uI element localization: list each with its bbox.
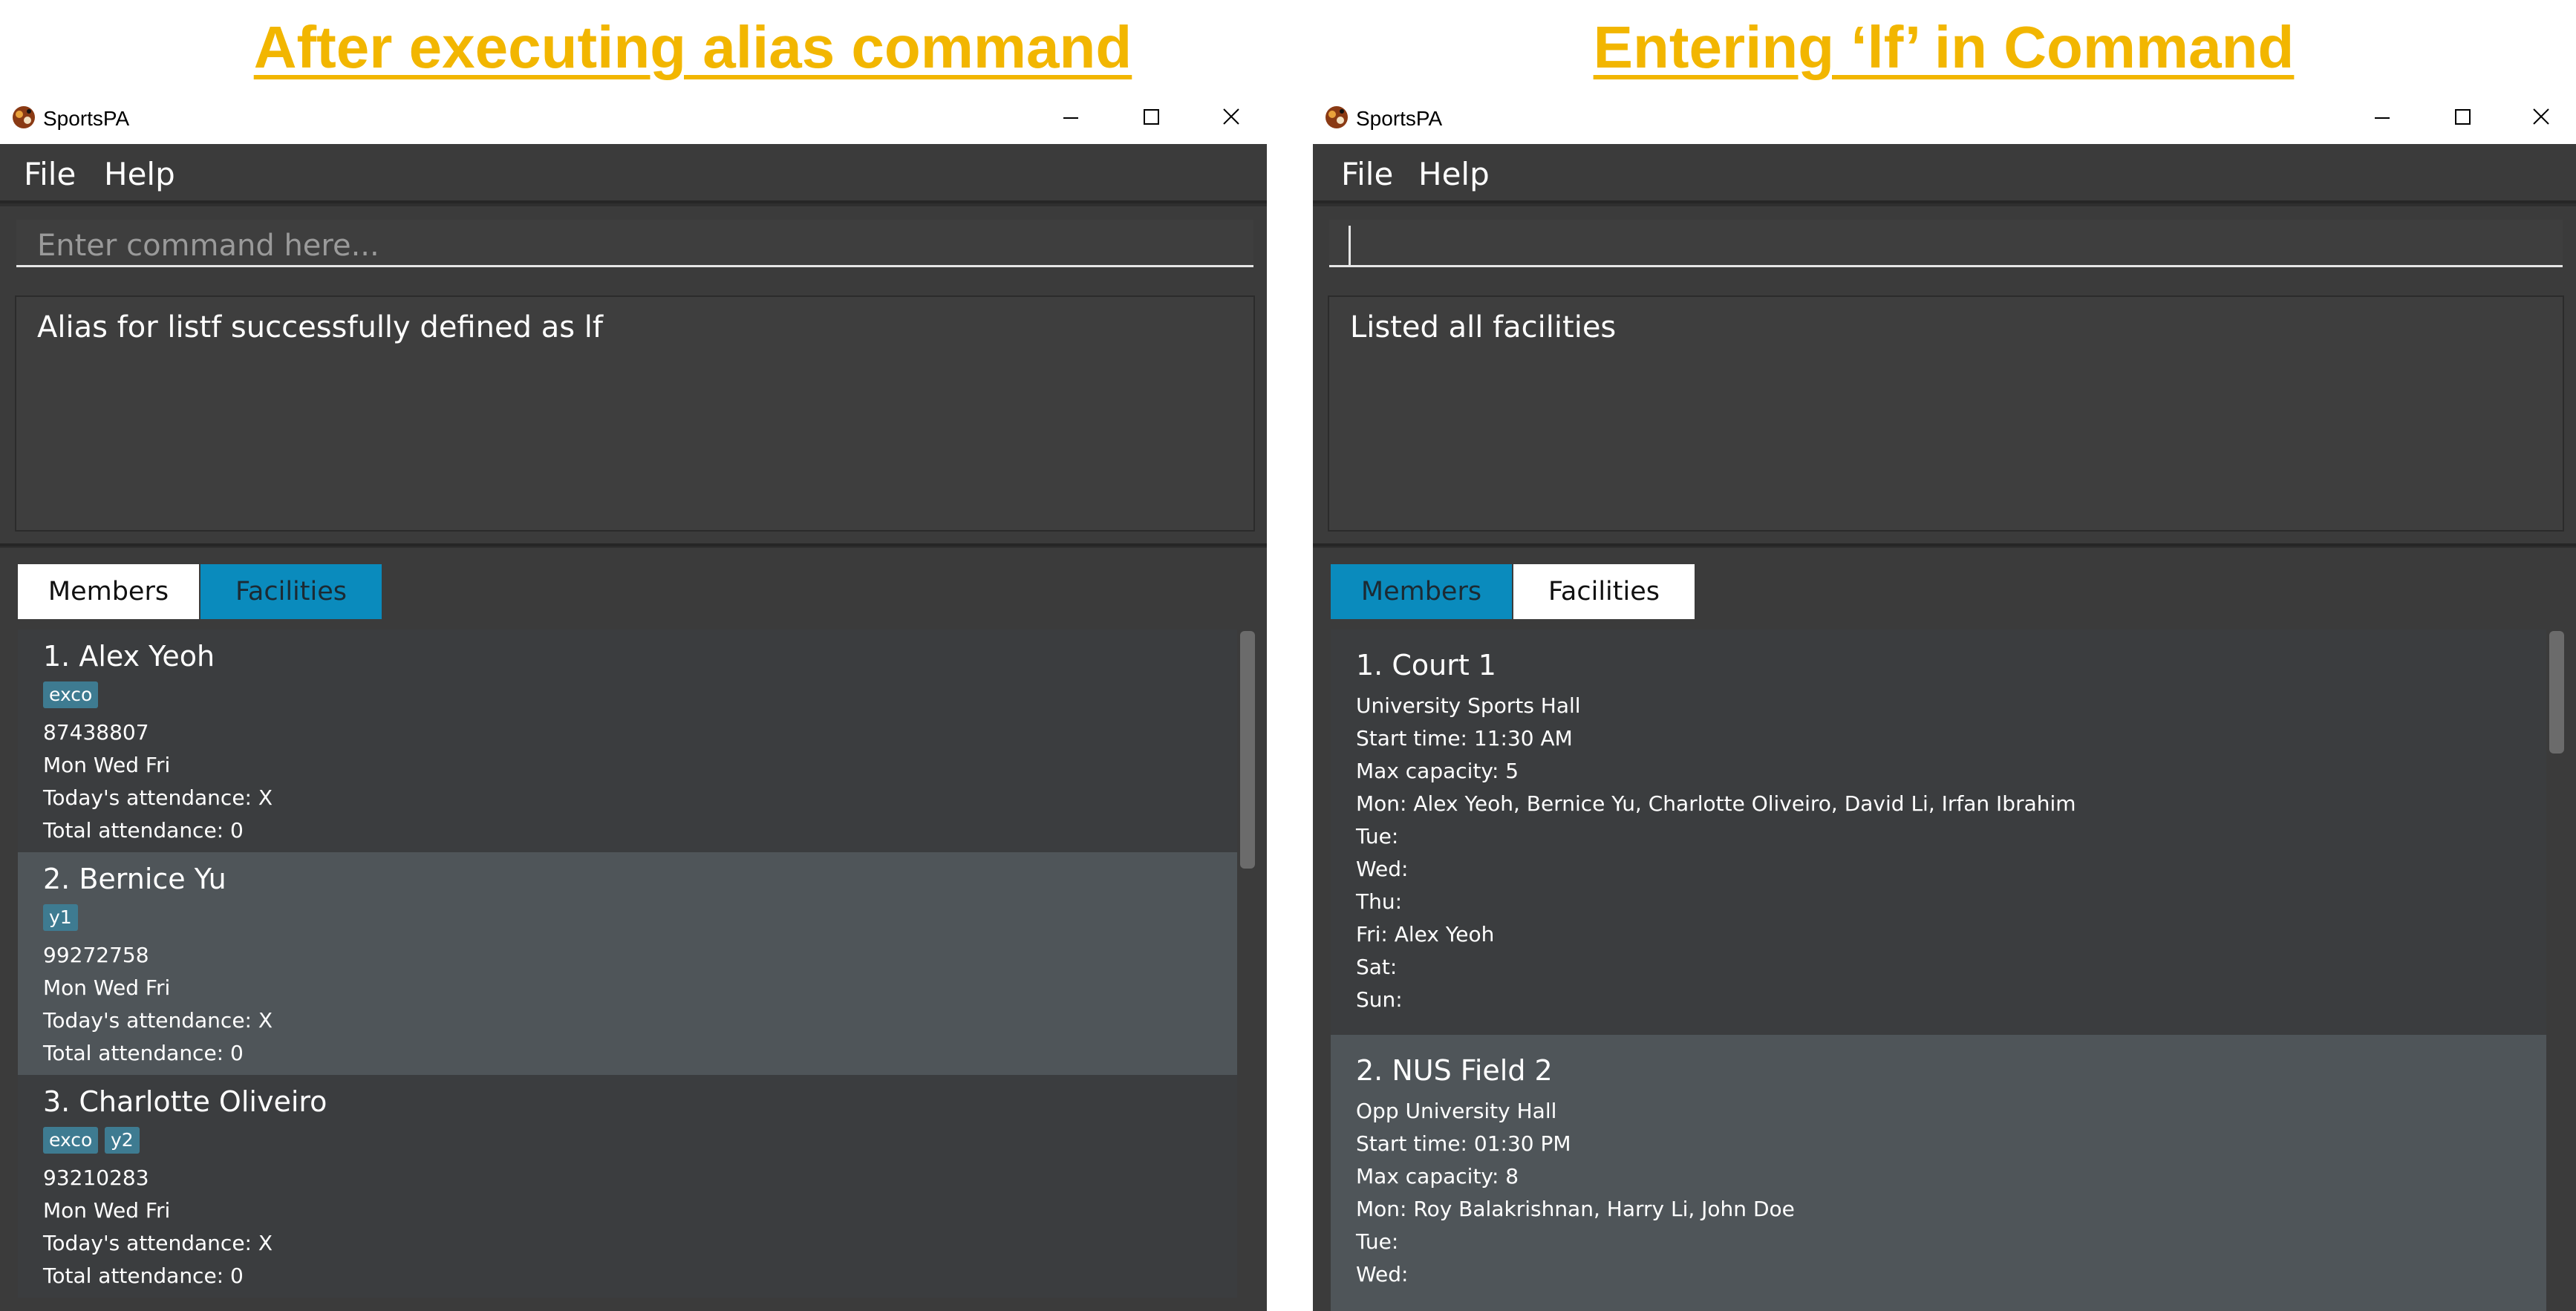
member-total-attendance: Total attendance: 0 xyxy=(43,1041,244,1065)
facility-start-time: Start time: 11:30 AM xyxy=(1356,726,1573,751)
tab-facilities[interactable]: Facilities xyxy=(1513,564,1695,619)
member-name: 2. Bernice Yu xyxy=(43,863,226,895)
text-caret xyxy=(1349,226,1351,266)
close-icon[interactable] xyxy=(1209,98,1253,135)
tab-members[interactable]: Members xyxy=(18,564,199,619)
command-input[interactable] xyxy=(1329,220,2563,267)
app-logo-icon xyxy=(1326,106,1348,128)
facility-card[interactable]: 2. NUS Field 2 Opp University Hall Start… xyxy=(1331,1035,2546,1311)
member-days: Mon Wed Fri xyxy=(43,1198,171,1223)
result-text: Alias for listf successfully defined as … xyxy=(37,310,603,344)
facility-location: University Sports Hall xyxy=(1356,693,1581,718)
member-card[interactable]: 1. Alex Yeoh exco 87438807 Mon Wed Fri T… xyxy=(18,630,1237,852)
facility-allocation-wed: Wed: xyxy=(1356,857,1409,881)
member-name: 3. Charlotte Oliveiro xyxy=(43,1085,327,1118)
facility-allocation-tue: Tue: xyxy=(1356,824,1399,849)
window-left: SportsPA File Help Enter command here...… xyxy=(0,89,1267,1311)
menu-file[interactable]: File xyxy=(1341,156,1393,192)
facility-allocation-mon: Mon: Alex Yeoh, Bernice Yu, Charlotte Ol… xyxy=(1356,791,2076,816)
result-text: Listed all facilities xyxy=(1350,310,1617,344)
minimize-icon[interactable] xyxy=(2360,98,2404,135)
member-list: 1. Alex Yeoh exco 87438807 Mon Wed Fri T… xyxy=(18,630,1237,1311)
member-tag: exco xyxy=(43,681,99,708)
command-area: Enter command here... xyxy=(0,206,1267,288)
caption-right: Entering ‘lf’ in Command xyxy=(1593,14,2295,80)
member-phone: 99272758 xyxy=(43,943,149,967)
member-today-attendance: Today's attendance: X xyxy=(43,1231,273,1255)
command-input[interactable]: Enter command here... xyxy=(16,220,1253,267)
command-area xyxy=(1313,206,2576,288)
facility-max-capacity: Max capacity: 8 xyxy=(1356,1164,1519,1189)
caption-left: After executing alias command xyxy=(253,14,1132,80)
facility-allocation-thu: Thu: xyxy=(1356,889,1403,914)
member-today-attendance: Today's attendance: X xyxy=(43,785,273,810)
menu-file[interactable]: File xyxy=(24,156,76,192)
tab-facilities[interactable]: Facilities xyxy=(200,564,382,619)
member-tag: y1 xyxy=(43,904,78,931)
app-body: File Help Listed all facilities Members … xyxy=(1313,144,2576,1311)
app-body: File Help Enter command here... Alias fo… xyxy=(0,144,1267,1311)
result-display: Listed all facilities xyxy=(1328,295,2564,532)
minimize-icon[interactable] xyxy=(1049,98,1093,135)
member-days: Mon Wed Fri xyxy=(43,753,171,777)
member-days: Mon Wed Fri xyxy=(43,975,171,1000)
window-right: SportsPA File Help Listed all facilities… xyxy=(1313,89,2576,1311)
member-card[interactable]: 3. Charlotte Oliveiro exco y2 93210283 M… xyxy=(18,1075,1237,1298)
facility-allocation-sun: Sun: xyxy=(1356,987,1403,1012)
scrollbar[interactable] xyxy=(2548,631,2566,1311)
member-name: 1. Alex Yeoh xyxy=(43,640,215,673)
app-logo-icon xyxy=(13,106,35,128)
result-display: Alias for listf successfully defined as … xyxy=(15,295,1255,532)
member-phone: 87438807 xyxy=(43,720,149,745)
facility-allocation-wed: Wed: xyxy=(1356,1262,1409,1287)
facility-name: 1. Court 1 xyxy=(1356,649,1496,681)
result-pane: Listed all facilities xyxy=(1313,288,2576,546)
menu-bar: File Help xyxy=(0,144,1267,203)
facility-max-capacity: Max capacity: 5 xyxy=(1356,759,1519,783)
list-pane: Members Facilities 1. Court 1 University… xyxy=(1313,548,2576,1311)
facility-location: Opp University Hall xyxy=(1356,1099,1557,1123)
menu-bar: File Help xyxy=(1313,144,2576,203)
command-placeholder: Enter command here... xyxy=(37,229,379,263)
scrollbar-thumb[interactable] xyxy=(2549,631,2564,753)
member-tag: exco xyxy=(43,1127,99,1154)
facility-allocation-fri: Fri: Alex Yeoh xyxy=(1356,922,1495,947)
tab-members[interactable]: Members xyxy=(1331,564,1512,619)
facility-allocation-mon: Mon: Roy Balakrishnan, Harry Li, John Do… xyxy=(1356,1197,1795,1221)
facility-start-time: Start time: 01:30 PM xyxy=(1356,1131,1571,1156)
scrollbar[interactable] xyxy=(1239,631,1256,1311)
title-bar: SportsPA xyxy=(1313,89,2576,144)
close-icon[interactable] xyxy=(2519,98,2563,135)
facility-allocation-sat: Sat: xyxy=(1356,955,1398,979)
maximize-icon[interactable] xyxy=(1129,98,1173,135)
list-pane: Members Facilities 1. Alex Yeoh exco 874… xyxy=(0,548,1267,1311)
member-tag: y2 xyxy=(105,1127,140,1154)
member-total-attendance: Total attendance: 0 xyxy=(43,818,244,843)
maximize-icon[interactable] xyxy=(2440,98,2485,135)
facility-card[interactable]: 1. Court 1 University Sports Hall Start … xyxy=(1331,630,2546,1035)
window-title: SportsPA xyxy=(1356,107,1443,130)
scrollbar-thumb[interactable] xyxy=(1240,631,1255,869)
member-phone: 93210283 xyxy=(43,1165,149,1190)
menu-help[interactable]: Help xyxy=(104,156,175,192)
member-today-attendance: Today's attendance: X xyxy=(43,1008,273,1033)
facility-name: 2. NUS Field 2 xyxy=(1356,1054,1553,1087)
member-total-attendance: Total attendance: 0 xyxy=(43,1263,244,1288)
facility-allocation-tue: Tue: xyxy=(1356,1229,1399,1254)
facility-list: 1. Court 1 University Sports Hall Start … xyxy=(1331,630,2546,1311)
result-pane: Alias for listf successfully defined as … xyxy=(0,288,1267,546)
window-title: SportsPA xyxy=(43,107,130,130)
menu-help[interactable]: Help xyxy=(1418,156,1490,192)
member-card[interactable]: 2. Bernice Yu y1 99272758 Mon Wed Fri To… xyxy=(18,852,1237,1075)
title-bar: SportsPA xyxy=(0,89,1267,144)
